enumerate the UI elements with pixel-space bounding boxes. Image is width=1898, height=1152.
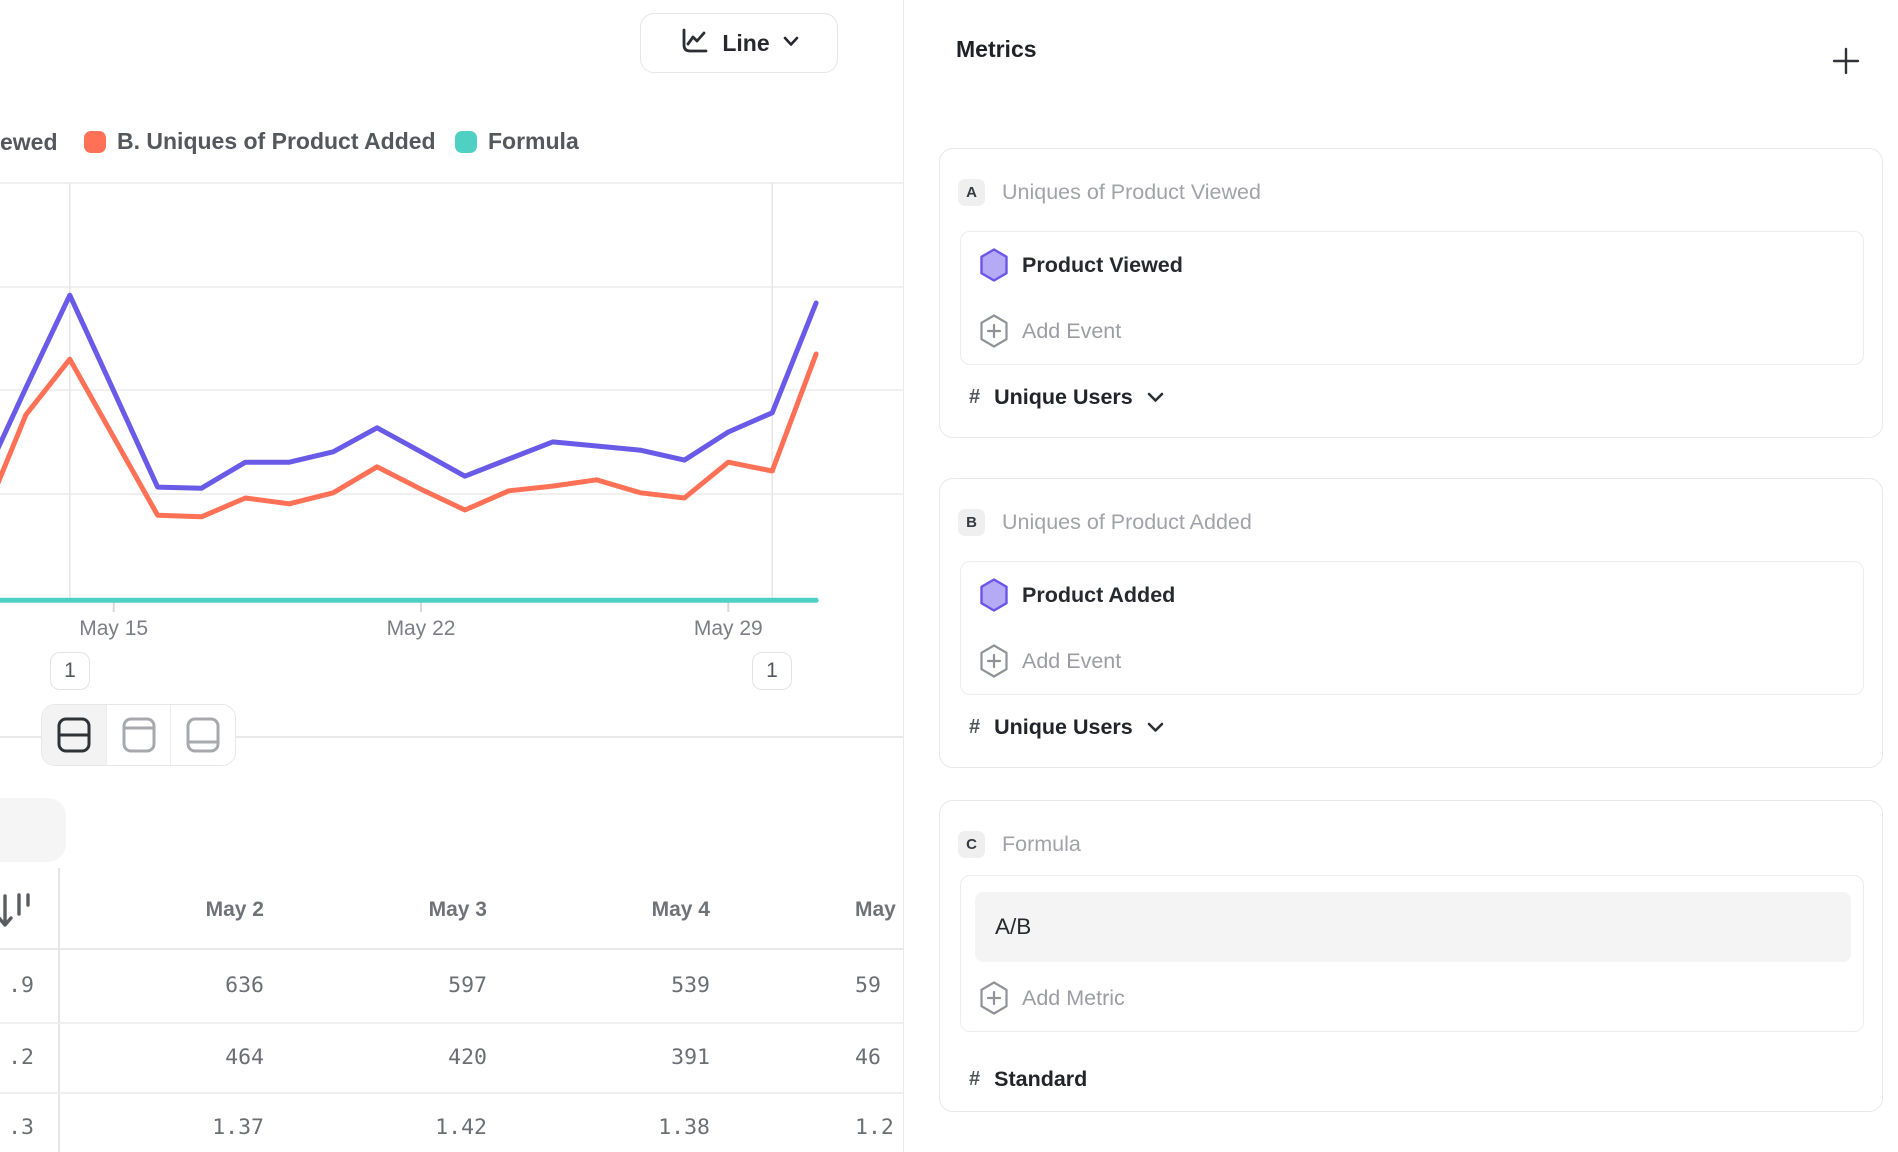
- table-header-border: [0, 948, 903, 950]
- hexagon-plus-icon: [979, 314, 1009, 348]
- annotation-badge-2[interactable]: 1: [752, 652, 792, 690]
- metric-badge-a: A: [958, 179, 985, 206]
- hexagon-plus-icon: [979, 644, 1009, 678]
- sort-descending-icon[interactable]: [0, 890, 40, 939]
- table-row-border: [0, 1022, 903, 1024]
- metric-badge-b: B: [958, 509, 985, 536]
- hash-icon: #: [969, 716, 980, 739]
- table-header-may2[interactable]: May 2: [100, 896, 264, 924]
- annotation-badge-1[interactable]: 1: [50, 652, 90, 690]
- formula-box: A/B Add Metric: [960, 875, 1864, 1032]
- report-left-section: Line ewed B. Uniques of Product Added Fo…: [0, 0, 903, 1152]
- table-header-may4[interactable]: May 4: [546, 896, 710, 924]
- metric-card-c[interactable]: C Formula A/B Add Metric # Standard: [939, 800, 1883, 1112]
- table-column-separator: [58, 868, 60, 1152]
- table-cell: 1.38: [546, 1114, 710, 1142]
- layout-toggle-group: [41, 704, 236, 766]
- metric-title: Uniques of Product Viewed: [1002, 180, 1261, 205]
- formula-input[interactable]: A/B: [975, 892, 1851, 962]
- metric-card-a[interactable]: A Uniques of Product Viewed Product View…: [939, 148, 1883, 438]
- table-header-truncated[interactable]: May: [855, 896, 903, 924]
- table-cell: 420: [323, 1044, 487, 1072]
- x-axis-tick-label: May 29: [658, 617, 798, 641]
- table-cell: 59: [855, 972, 903, 1000]
- x-axis-tick-label: May 15: [44, 617, 184, 641]
- layout-table-only-button[interactable]: [170, 705, 235, 765]
- hexagon-plus-icon: [979, 981, 1009, 1015]
- metrics-panel: Metrics A Uniques of Product Viewed Prod…: [903, 0, 1898, 1152]
- measurement-selector[interactable]: # Unique Users: [969, 715, 1164, 740]
- series-line: [0, 354, 816, 522]
- layout-chart-only-button[interactable]: [106, 705, 171, 765]
- table-cell: 597: [323, 972, 487, 1000]
- table-cell: .2: [0, 1044, 34, 1072]
- line-chart[interactable]: [0, 0, 903, 660]
- layout-split-button[interactable]: [42, 705, 106, 765]
- metric-title: Uniques of Product Added: [1002, 510, 1252, 535]
- table-cell: 1.42: [323, 1114, 487, 1142]
- metric-card-b[interactable]: B Uniques of Product Added Product Added…: [939, 478, 1883, 768]
- table-corner-pill[interactable]: [0, 798, 66, 862]
- table-cell: 391: [546, 1044, 710, 1072]
- add-metric-plus-button[interactable]: [1829, 44, 1863, 78]
- chevron-down-icon: [1147, 722, 1164, 733]
- metric-title: Formula: [1002, 832, 1081, 857]
- chevron-down-icon: [1147, 392, 1164, 403]
- series-line: [0, 295, 816, 488]
- x-axis-tick-label: May 22: [351, 617, 491, 641]
- table-cell: .9: [0, 972, 34, 1000]
- table-cell: 636: [100, 972, 264, 1000]
- measurement-selector[interactable]: # Unique Users: [969, 385, 1164, 410]
- measurement-selector[interactable]: # Standard: [969, 1067, 1087, 1092]
- table-header-may3[interactable]: May 3: [323, 896, 487, 924]
- event-list: Product Added Add Event: [960, 561, 1864, 695]
- metric-badge-c: C: [958, 831, 985, 858]
- annotation-lines: [70, 183, 772, 601]
- event-row-product-viewed[interactable]: Product Viewed: [961, 232, 1863, 298]
- metrics-panel-title: Metrics: [956, 36, 1037, 63]
- table-row-border: [0, 1092, 903, 1094]
- table-cell: 1.37: [100, 1114, 264, 1142]
- table-cell: .3: [0, 1114, 34, 1142]
- add-metric-button[interactable]: Add Metric: [979, 968, 1125, 1028]
- hash-icon: #: [969, 1068, 980, 1091]
- add-event-button[interactable]: Add Event: [961, 298, 1863, 364]
- gridlines: [0, 183, 903, 494]
- table-cell: 539: [546, 972, 710, 1000]
- table-cell: 1.2: [855, 1114, 903, 1142]
- table-cell: 46: [855, 1044, 903, 1072]
- event-list: Product Viewed Add Event: [960, 231, 1864, 365]
- event-row-product-added[interactable]: Product Added: [961, 562, 1863, 628]
- add-event-button[interactable]: Add Event: [961, 628, 1863, 694]
- event-hexagon-icon: [979, 578, 1009, 612]
- hash-icon: #: [969, 386, 980, 409]
- event-hexagon-icon: [979, 248, 1009, 282]
- table-cell: 464: [100, 1044, 264, 1072]
